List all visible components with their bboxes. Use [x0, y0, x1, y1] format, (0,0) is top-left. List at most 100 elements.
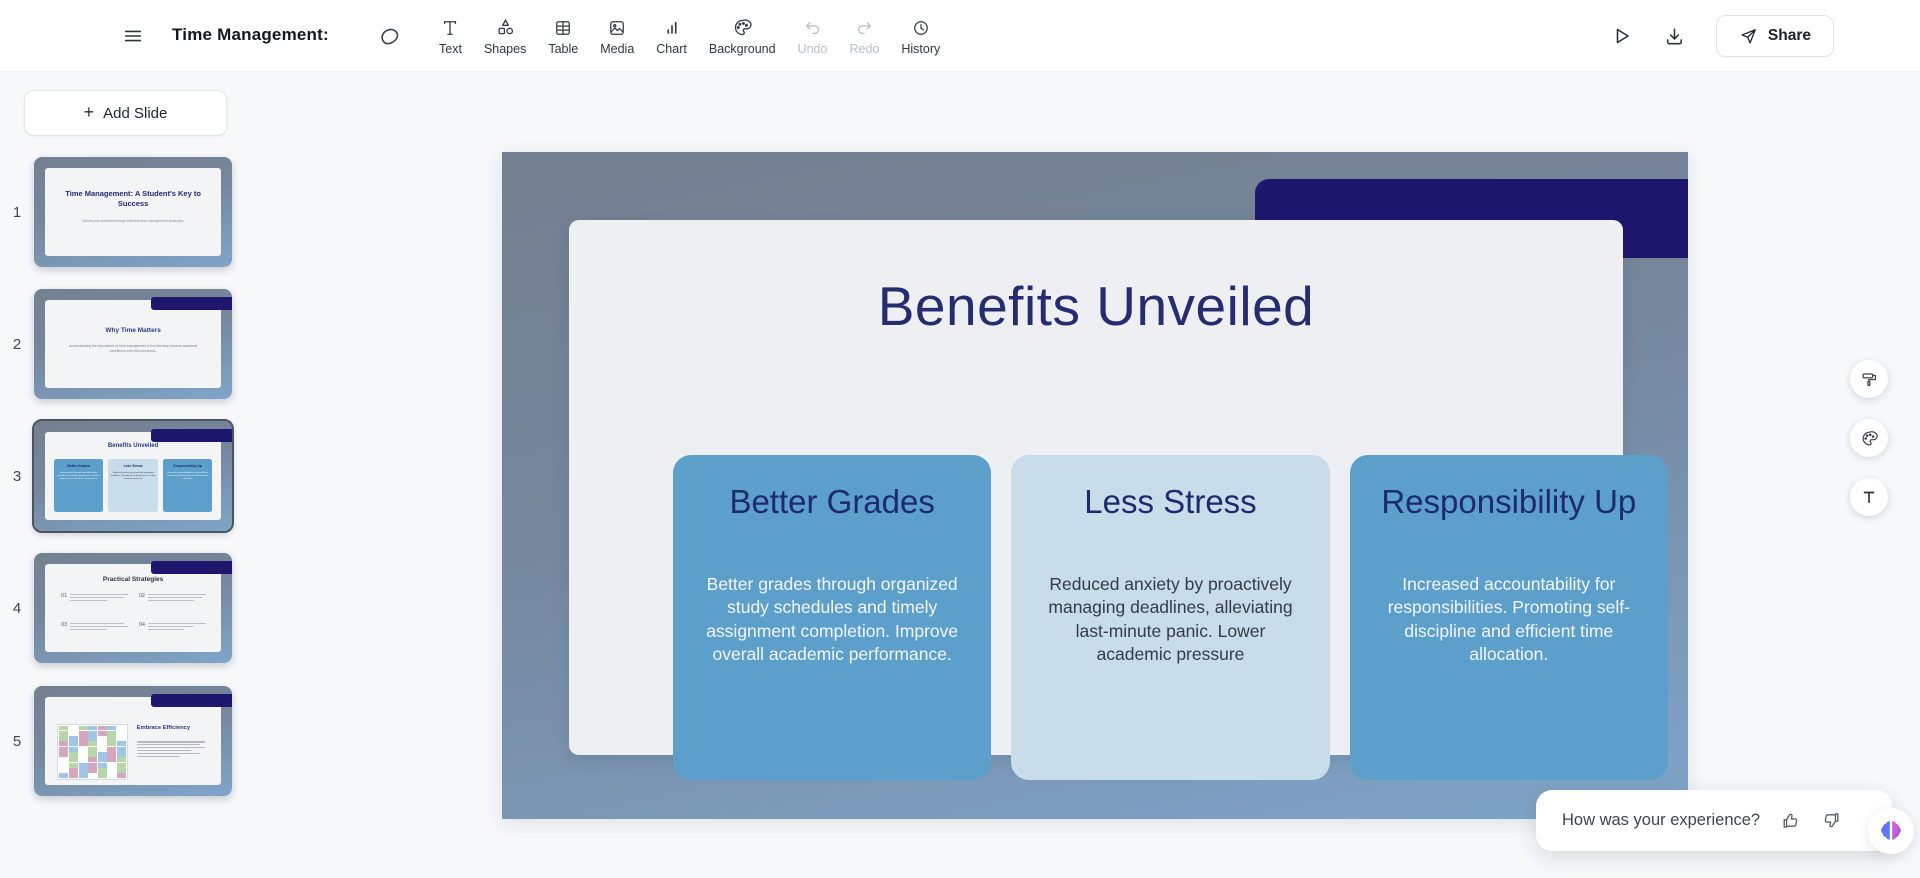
share-button[interactable]: Share [1715, 15, 1834, 57]
slide-canvas[interactable]: Benefits Unveiled Better Grades Better g… [502, 152, 1688, 819]
app-window: Time Management: Text Shapes Table Media… [0, 0, 1920, 878]
text-line-placeholder [147, 622, 209, 646]
text-icon [440, 17, 460, 39]
thumb-card-better-grades: Better Grades Better grades through orga… [53, 458, 104, 512]
table-icon [553, 17, 573, 39]
shapes-icon [495, 17, 516, 39]
tool-background[interactable]: Background [698, 17, 787, 56]
slide-number: 1 [12, 203, 22, 221]
card-body: Reduced anxiety by proactively managing … [1048, 574, 1293, 664]
tool-media[interactable]: Media [589, 17, 645, 56]
media-icon [607, 17, 627, 39]
document-title[interactable]: Time Management: [172, 25, 329, 45]
card-less-stress[interactable]: Less Stress Reduced anxiety by proactive… [1011, 455, 1330, 780]
thumb-body: Unlock your potential through effective … [81, 219, 185, 224]
thumb-title: Why Time Matters [105, 326, 161, 334]
slide-number: 3 [12, 467, 22, 485]
chart-icon [662, 17, 682, 39]
text-line-placeholder [136, 741, 209, 758]
numbered-item: 04 [139, 622, 209, 646]
palette-icon [732, 17, 753, 39]
text-style-button[interactable] [1850, 478, 1888, 516]
undo-icon [803, 17, 823, 39]
slide-thumbnail-2[interactable]: Why Time Matters Understanding the impor… [34, 289, 232, 399]
color-palette-button[interactable] [1850, 419, 1888, 457]
download-icon[interactable] [1662, 23, 1688, 49]
color-palette-icon [1860, 429, 1879, 448]
text-style-icon [1860, 488, 1878, 506]
slide-thumbnail-1[interactable]: Time Management: A Student's Key to Succ… [34, 157, 232, 267]
top-toolbar: Time Management: Text Shapes Table Media… [0, 0, 1920, 72]
brain-logo[interactable] [1868, 808, 1914, 854]
card-title: Better Grades [729, 483, 935, 520]
card-better-grades[interactable]: Better Grades Better grades through orga… [673, 455, 992, 780]
thumb-accent-bar [150, 428, 232, 442]
slide-thumbnail-row-5: 5 Embrace Efficiency [0, 686, 250, 796]
mini-calendar [57, 723, 128, 781]
thumbs-down-icon[interactable] [1821, 809, 1842, 833]
slide-thumbnail-4[interactable]: Practical Strategies 01 02 03 04 [34, 553, 232, 663]
history-icon [911, 17, 931, 39]
card-title: Responsibility Up [1381, 483, 1637, 520]
numbered-item: 02 [139, 593, 209, 617]
header-right-actions: Share [1608, 0, 1834, 72]
slide-title[interactable]: Benefits Unveiled [569, 274, 1623, 338]
paint-roller-button[interactable] [1850, 360, 1888, 398]
feedback-toast: How was your experience? [1536, 790, 1892, 851]
toolbar-tools: Text Shapes Table Media Chart Background… [428, 8, 951, 64]
redo-icon [854, 17, 874, 39]
thumb-title: Embrace Efficiency [136, 725, 191, 732]
thumb-slide-surface: Embrace Efficiency [45, 697, 222, 786]
thumb-numbered-items: 01 02 03 04 [61, 593, 209, 645]
thumb-card-responsibility-up: Responsibility Up Increased accountabili… [162, 458, 213, 512]
card-body: Better grades through organized study sc… [706, 574, 959, 664]
thumb-body: Understanding the importance of time man… [68, 344, 198, 354]
thumb-slide-surface: Practical Strategies 01 02 03 04 [45, 564, 222, 653]
text-line-placeholder [147, 593, 209, 617]
card-title: Less Stress [1084, 483, 1257, 520]
numbered-item: 03 [61, 622, 131, 646]
numbered-item: 01 [61, 593, 131, 617]
tool-chart[interactable]: Chart [645, 17, 698, 56]
slide-number: 4 [12, 599, 22, 617]
thumb-title: Practical Strategies [102, 576, 164, 584]
thumb-title: Time Management: A Student's Key to Succ… [65, 189, 201, 209]
share-label: Share [1767, 27, 1811, 44]
thumb-title: Benefits Unveiled [107, 443, 159, 450]
slide-thumbnail-row-4: 4 Practical Strategies 01 02 03 04 [0, 553, 250, 663]
slide-number: 5 [12, 732, 22, 750]
hamburger-menu-icon[interactable] [120, 24, 146, 48]
send-icon [1739, 27, 1758, 46]
thumbs-up-icon[interactable] [1780, 809, 1801, 833]
card-body: Increased accountability for responsibil… [1387, 574, 1630, 664]
tool-history[interactable]: History [890, 17, 951, 56]
thumb-accent-bar [150, 560, 232, 574]
thumb-accent-bar [150, 693, 232, 707]
slide-thumbnail-row-1: 1 Time Management: A Student's Key to Su… [0, 157, 250, 267]
card-responsibility-up[interactable]: Responsibility Up Increased accountabili… [1349, 455, 1668, 780]
tool-shapes[interactable]: Shapes [473, 17, 537, 56]
text-line-placeholder [70, 593, 131, 617]
benefit-cards: Better Grades Better grades through orga… [673, 455, 1668, 780]
tool-redo: Redo [838, 17, 890, 56]
plus-icon: + [83, 101, 95, 122]
slide-thumbnail-5[interactable]: Embrace Efficiency [34, 686, 232, 796]
slide-content-card[interactable]: Benefits Unveiled Better Grades Better g… [569, 220, 1668, 780]
paint-roller-icon [1860, 370, 1879, 389]
thumb-cards: Better Grades Better grades through orga… [53, 458, 213, 512]
blob-icon[interactable] [376, 23, 404, 51]
add-slide-label: Add Slide [103, 104, 168, 122]
slide-thumbnail-row-3: 3 Benefits Unveiled Better Grades Better… [0, 419, 250, 533]
add-slide-button[interactable]: + Add Slide [24, 90, 227, 136]
thumb-accent-bar [150, 296, 232, 310]
tool-table[interactable]: Table [537, 17, 589, 56]
tool-text[interactable]: Text [428, 17, 473, 56]
slide-thumbnail-3-selected[interactable]: Benefits Unveiled Better Grades Better g… [32, 419, 234, 533]
thumb-card-less-stress: Less Stress Reduced anxiety by proactive… [108, 458, 158, 512]
feedback-question: How was your experience? [1562, 811, 1761, 829]
slide-number: 2 [12, 335, 22, 353]
slide-thumbnail-row-2: 2 Why Time Matters Understanding the imp… [0, 289, 250, 399]
play-icon[interactable] [1608, 23, 1634, 49]
tool-undo: Undo [787, 17, 839, 56]
text-line-placeholder [70, 622, 131, 646]
